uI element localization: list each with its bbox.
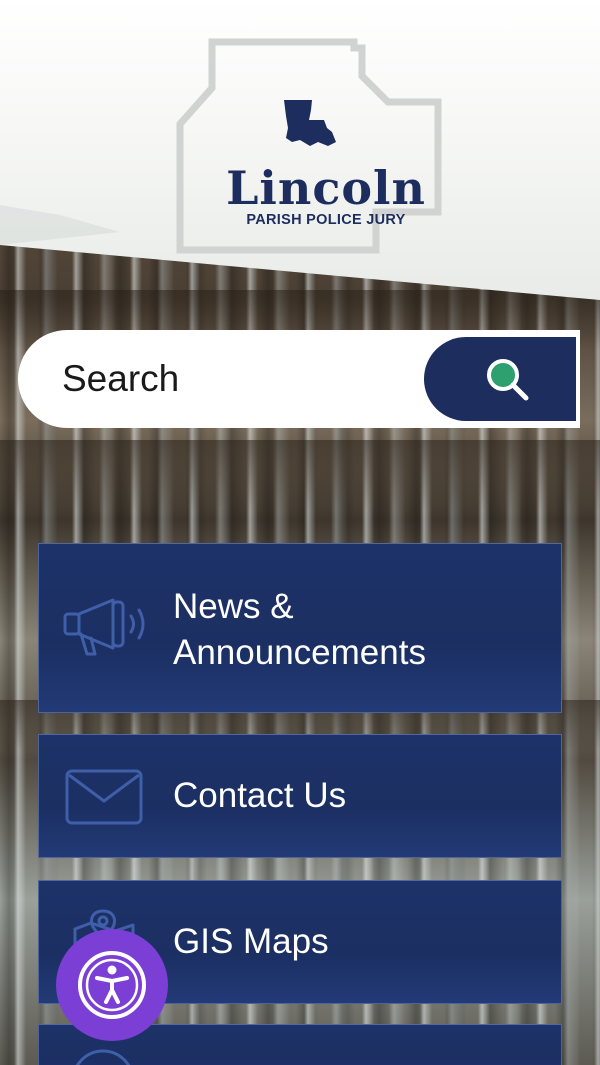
search-bar xyxy=(18,330,580,428)
rock-ledge xyxy=(0,440,600,510)
logo-title: Lincoln xyxy=(226,161,426,215)
accessibility-button[interactable] xyxy=(56,929,168,1041)
accessibility-icon xyxy=(78,951,146,1019)
menu-item-icon xyxy=(75,1049,131,1065)
logo-subtitle: PARISH POLICE JURY xyxy=(246,212,406,228)
search-input[interactable] xyxy=(62,354,422,404)
megaphone-icon xyxy=(63,598,145,656)
search-icon xyxy=(487,359,529,401)
app-screen: Lincoln PARISH POLICE JURY News & Announ… xyxy=(0,0,600,1065)
menu-item-label: News & Announcements xyxy=(173,587,426,672)
menu-item-label: Contact Us xyxy=(173,776,347,815)
search-button[interactable] xyxy=(424,337,576,421)
menu-item-news[interactable]: News & Announcements xyxy=(38,543,562,713)
menu-item-contact[interactable]: Contact Us xyxy=(38,734,562,858)
menu-item-label: GIS Maps xyxy=(173,922,329,961)
envelope-icon xyxy=(65,769,143,825)
louisiana-state-icon xyxy=(284,100,336,146)
lincoln-parish-logo[interactable]: Lincoln PARISH POLICE JURY xyxy=(176,38,444,254)
